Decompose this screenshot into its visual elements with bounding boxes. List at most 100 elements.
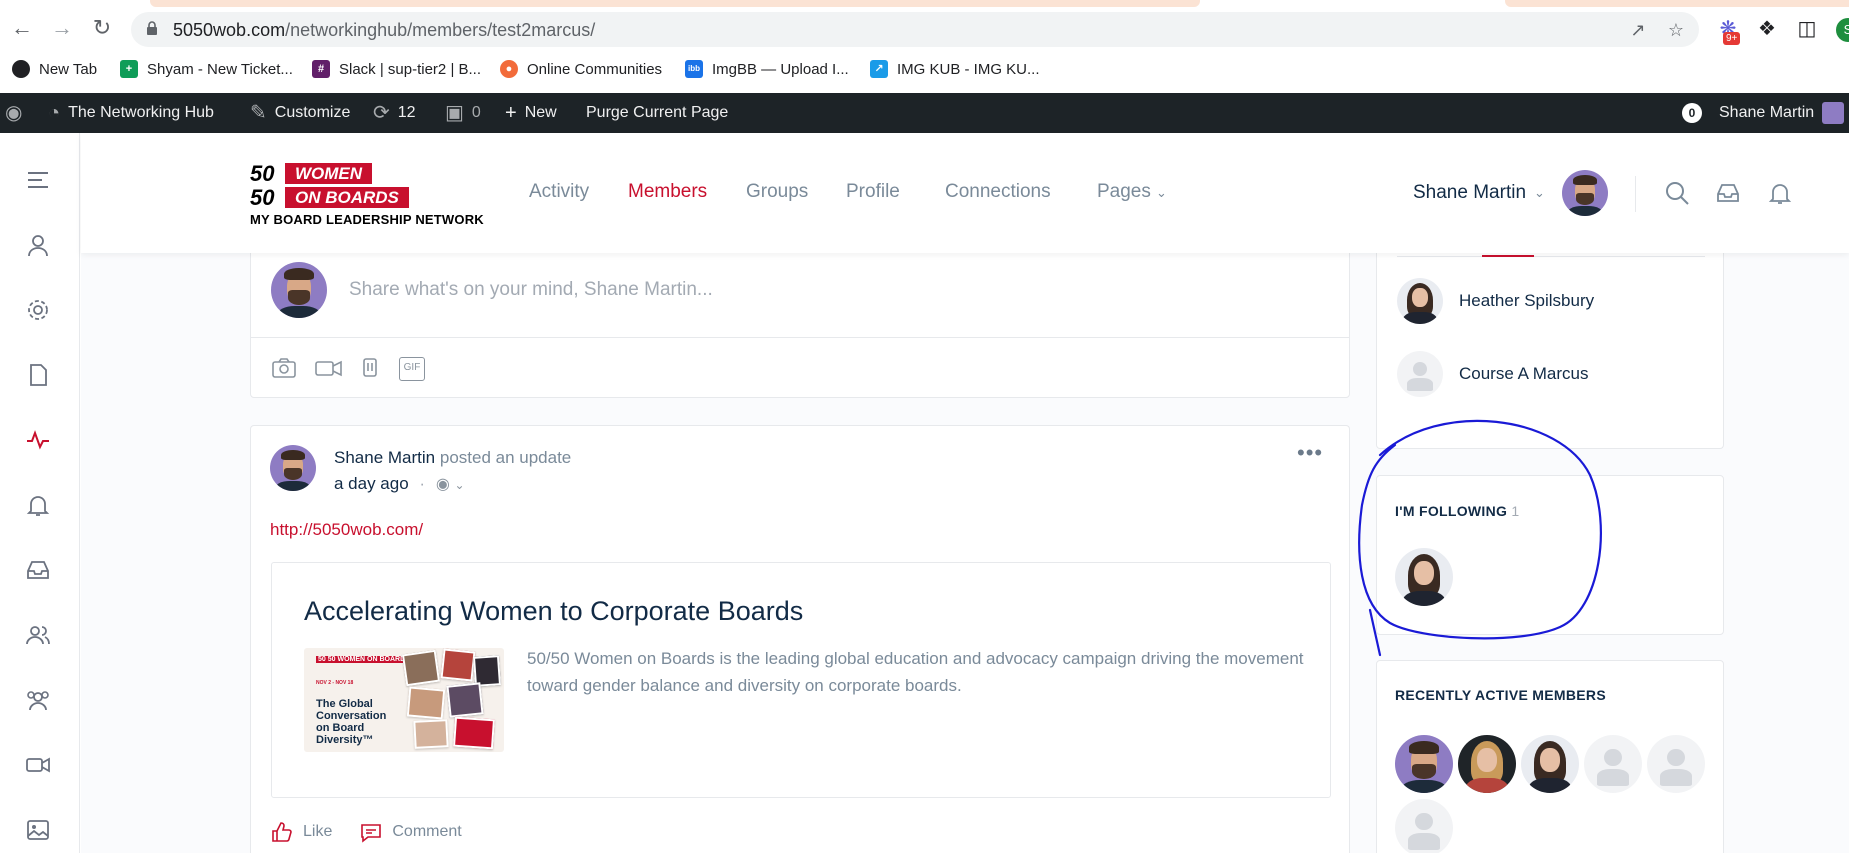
globe-icon	[12, 60, 30, 78]
like-button[interactable]: Like	[303, 823, 332, 841]
comment-button[interactable]: Comment	[392, 823, 461, 841]
groups-icon[interactable]	[25, 687, 51, 713]
profile-icon[interactable]	[25, 232, 51, 258]
link-preview[interactable]: Accelerating Women to Corporate Boards 5…	[271, 562, 1331, 798]
activity-header: Shane Martin posted an update	[334, 448, 572, 467]
connections-icon[interactable]	[25, 622, 51, 648]
nav-members[interactable]: Members	[628, 181, 707, 203]
admin-user[interactable]: Shane Martin	[1719, 93, 1845, 133]
activity-meta: a day ago · ◉ ⌄	[334, 474, 465, 494]
recent-member-avatar[interactable]	[1647, 735, 1705, 793]
camera-icon[interactable]	[271, 356, 297, 380]
following-member-avatar[interactable]	[1395, 548, 1453, 606]
bookmark-img-kub[interactable]: ↗ IMG KUB - IMG KU...	[870, 60, 1040, 78]
bookmark-new-tab[interactable]: New Tab	[12, 60, 97, 78]
bookmark-slack[interactable]: # Slack | sup-tier2 | B...	[312, 60, 481, 78]
site-logo[interactable]: 50 WOMEN 50 ON BOARDS MY BOARD LEADERSHIP …	[250, 161, 490, 228]
thumb-photo	[446, 682, 484, 718]
sheets-icon: +	[120, 60, 138, 78]
header-avatar[interactable]	[1562, 170, 1608, 216]
admin-avatar	[1822, 102, 1845, 124]
wordpress-logo-icon[interactable]: ◉	[5, 93, 22, 133]
gear-icon[interactable]	[25, 297, 51, 323]
nav-profile[interactable]: Profile	[846, 181, 900, 203]
back-arrow-icon[interactable]: ←	[10, 16, 34, 40]
recently-active-widget: RECENTLY ACTIVE MEMBERS	[1376, 660, 1724, 853]
preview-title[interactable]: Accelerating Women to Corporate Boards	[304, 596, 803, 627]
address-bar[interactable]: 5050wob.com/networkinghub/members/test2m…	[131, 12, 1699, 47]
member-avatar[interactable]	[1397, 351, 1443, 397]
profile-avatar[interactable]: S	[1836, 18, 1849, 42]
notifications-bell-icon[interactable]	[1767, 180, 1793, 206]
recent-member-avatar[interactable]	[1521, 735, 1579, 793]
admin-comments[interactable]: ▣ 0	[445, 93, 481, 133]
member-name[interactable]: Heather Spilsbury	[1459, 291, 1594, 311]
more-options-icon[interactable]: •••	[1297, 440, 1323, 466]
video-camera-icon[interactable]	[314, 356, 344, 380]
privacy-chevron-down-icon[interactable]: ⌄	[455, 478, 465, 492]
pages-chevron-down-icon[interactable]: ⌄	[1156, 185, 1170, 200]
video-icon[interactable]	[25, 752, 51, 778]
bookmark-shyam[interactable]: + Shyam - New Ticket...	[120, 60, 293, 78]
nav-connections[interactable]: Connections	[945, 181, 1051, 203]
thumb-date: NOV 2 - NOV 18	[316, 680, 354, 686]
bookmark-imgbb[interactable]: ibb ImgBB — Upload I...	[685, 60, 849, 78]
admin-new[interactable]: + New	[505, 93, 557, 133]
nav-groups[interactable]: Groups	[746, 181, 808, 203]
activity-link[interactable]: http://5050wob.com/	[270, 520, 423, 540]
preview-thumbnail[interactable]: 50 50 WOMEN ON BOARDS NOV 2 - NOV 18 The…	[304, 648, 504, 752]
bookmark-online-communities[interactable]: ● Online Communities	[500, 60, 662, 78]
document-icon[interactable]	[25, 362, 51, 388]
communities-icon: ●	[500, 60, 518, 78]
admin-site-name[interactable]: ◔ The Networking Hub	[48, 93, 214, 133]
search-icon[interactable]	[1664, 180, 1690, 206]
user-chevron-down-icon[interactable]: ⌄	[1534, 185, 1548, 200]
active-tab[interactable]	[150, 0, 1200, 7]
header-user-name[interactable]: Shane Martin	[1413, 182, 1526, 204]
recent-member-avatar[interactable]	[1458, 735, 1516, 793]
photos-icon[interactable]	[25, 817, 51, 843]
inactive-tab[interactable]	[1505, 0, 1849, 7]
puzzle-icon[interactable]: ❖	[1755, 17, 1779, 41]
attachment-icon[interactable]	[359, 356, 385, 380]
side-panel-icon[interactable]: ◫	[1795, 17, 1819, 41]
menu-toggle-icon[interactable]	[25, 167, 51, 193]
bell-icon[interactable]	[25, 492, 51, 518]
like-thumb-icon[interactable]	[271, 821, 293, 843]
activity-time[interactable]: a day ago	[334, 474, 409, 493]
activity-author[interactable]: Shane Martin	[334, 448, 435, 467]
activity-pulse-icon[interactable]	[25, 427, 51, 453]
inbox-icon[interactable]	[25, 557, 51, 583]
comment-icon[interactable]	[360, 821, 382, 843]
admin-notifications[interactable]: 0	[1682, 93, 1702, 133]
header-divider	[1635, 176, 1636, 212]
forward-arrow-icon[interactable]: →	[50, 16, 74, 40]
nav-activity[interactable]: Activity	[529, 181, 589, 203]
url-text[interactable]: 5050wob.com/networkinghub/members/test2m…	[173, 20, 595, 41]
reload-icon[interactable]: ↻	[90, 16, 114, 40]
member-avatar[interactable]	[1397, 278, 1443, 324]
activity-author-avatar[interactable]	[270, 445, 316, 491]
privacy-globe-icon[interactable]: ◉	[436, 476, 450, 493]
imgkub-icon: ↗	[870, 60, 888, 78]
recent-member-avatar[interactable]	[1584, 735, 1642, 793]
gif-icon[interactable]: GIF	[399, 357, 425, 381]
member-row[interactable]: Heather Spilsbury	[1397, 278, 1594, 324]
nav-pages[interactable]: Pages	[1097, 181, 1151, 203]
lock-icon[interactable]	[146, 21, 158, 36]
dashboard-icon: ◔	[48, 102, 61, 124]
recent-member-avatar[interactable]	[1395, 735, 1453, 793]
member-row[interactable]: Course A Marcus	[1397, 351, 1588, 397]
site-header: 50 WOMEN 50 ON BOARDS MY BOARD LEADERSHIP …	[81, 133, 1849, 253]
recent-member-avatar[interactable]	[1395, 799, 1453, 853]
admin-customize[interactable]: ✎ Customize	[250, 93, 350, 133]
following-widget: I'M FOLLOWING 1	[1376, 475, 1724, 635]
member-name[interactable]: Course A Marcus	[1459, 364, 1588, 384]
bookmark-star-icon[interactable]: ☆	[1667, 21, 1685, 39]
messages-inbox-icon[interactable]	[1715, 180, 1741, 206]
admin-updates[interactable]: ⟳ 12	[373, 93, 416, 133]
whats-new-input[interactable]: Share what's on your mind, Shane Martin.…	[349, 279, 713, 301]
followers-widget: Heather Spilsbury Course A Marcus	[1376, 245, 1724, 449]
share-icon[interactable]: ↗	[1629, 21, 1647, 39]
admin-purge[interactable]: Purge Current Page	[586, 93, 728, 133]
